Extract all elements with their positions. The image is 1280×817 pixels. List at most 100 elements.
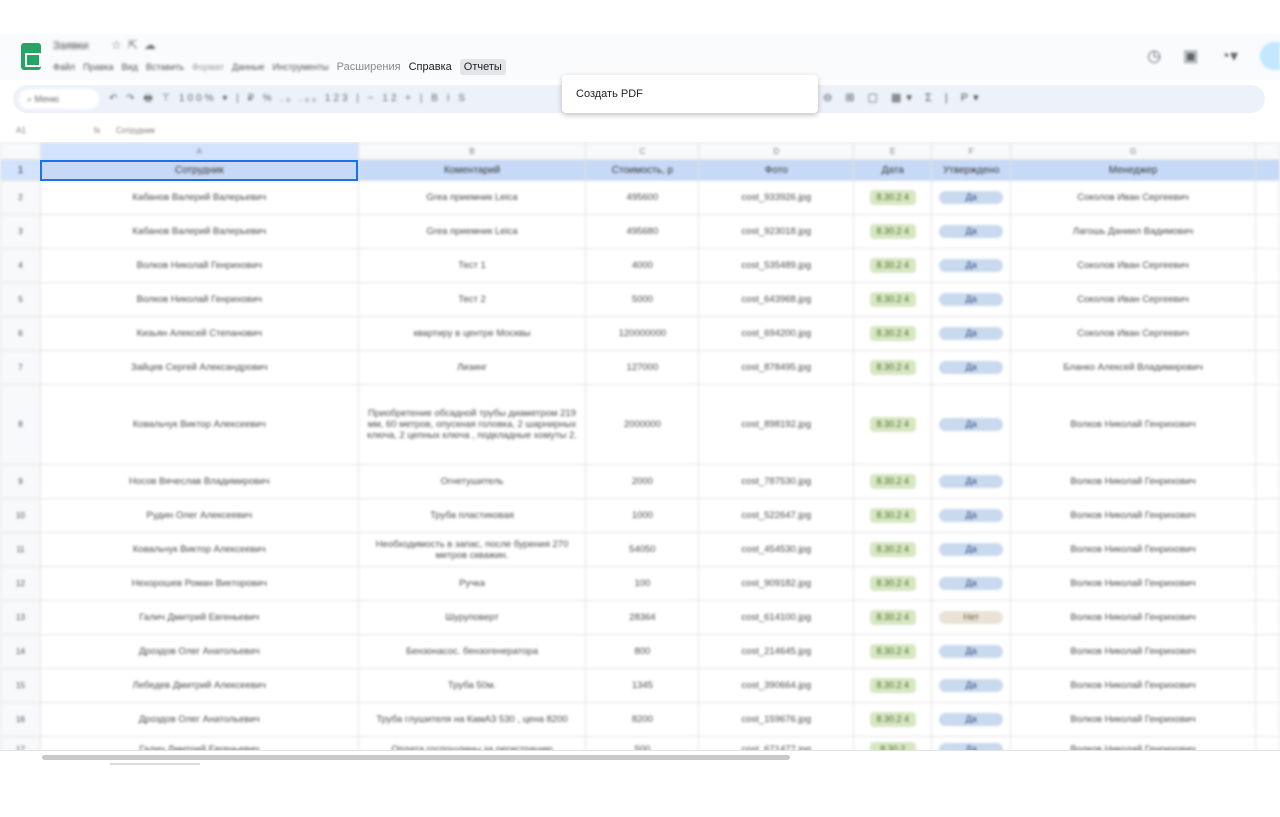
cell-date[interactable]: 8.30.2 4 — [853, 600, 933, 635]
cell-manager[interactable]: Соколов Иван Сергеевич — [1010, 180, 1256, 215]
cell-manager[interactable]: Волков Николай Генрихович — [1010, 532, 1256, 567]
cell-photo[interactable]: cost_787530.jpg — [698, 464, 855, 499]
cell-status[interactable]: Да — [931, 498, 1012, 533]
cell-comment[interactable]: Ручка — [357, 566, 587, 601]
cell-employee[interactable]: Кабанов Валерий Валерьевич — [39, 180, 359, 215]
cell-cost[interactable]: 100 — [585, 566, 700, 601]
table-row[interactable]: 15 Лебедев Дмитрий Алексеевич Труба 50м. 13… — [0, 668, 1280, 703]
row-number[interactable]: 13 — [0, 600, 41, 635]
cell-employee[interactable]: Ковальчук Виктор Алексеевич — [39, 532, 359, 567]
menu-format[interactable]: Формат — [192, 62, 224, 72]
row-number[interactable]: 10 — [0, 498, 41, 533]
table-row[interactable]: 8 Ковальчук Виктор Алексеевич Приобретение… — [0, 384, 1280, 465]
cell-manager[interactable]: Волков Николай Генрихович — [1010, 464, 1256, 499]
create-pdf-menu-item[interactable]: Создать PDF — [576, 88, 643, 100]
cell-cost[interactable]: 2000 — [585, 464, 700, 499]
row-number[interactable]: 16 — [0, 702, 41, 737]
cell-comment[interactable]: Приобретение обсадной трубы диаметром 21… — [357, 384, 587, 465]
header-cell[interactable]: Дата — [853, 159, 933, 181]
status-chip[interactable]: Да — [939, 293, 1004, 306]
row-number[interactable]: 4 — [0, 248, 41, 283]
cell-status[interactable]: Да — [931, 180, 1012, 215]
cell-status[interactable]: Да — [931, 384, 1012, 465]
spreadsheet-grid[interactable]: A B C D E F G 1 Сотрудник Коментарий Стоимость, рФ… — [0, 142, 1280, 762]
cell-comment[interactable]: Труба 50м. — [357, 668, 587, 703]
meet-icon[interactable]: ◔▾ — [1220, 46, 1238, 66]
row-number[interactable]: 11 — [0, 532, 41, 567]
cell-manager[interactable]: Соколов Иван Сергеевич — [1010, 316, 1256, 351]
cell-employee[interactable]: Нехорошев Роман Викторович — [39, 566, 359, 601]
cell-manager[interactable]: Волков Николай Генрихович — [1010, 634, 1256, 669]
table-row[interactable]: 9 Носов Вячеслав Владимирович Огнетушитель… — [0, 464, 1280, 499]
status-chip[interactable]: Да — [939, 327, 1004, 340]
row-number[interactable]: 6 — [0, 316, 41, 351]
cell-photo[interactable]: cost_522647.jpg — [698, 498, 855, 533]
table-row[interactable]: 2 Кабанов Валерий Валерьевич Grea приемник… — [0, 180, 1280, 215]
menu-extensions[interactable]: Расширения — [337, 61, 401, 73]
corner-cell[interactable] — [0, 142, 41, 160]
status-chip[interactable]: Да — [939, 645, 1004, 658]
cell-employee[interactable]: Галич Дмитрий Евгеньевич — [39, 600, 359, 635]
row-number[interactable]: 3 — [0, 214, 41, 249]
toolbar-controls-left[interactable]: ↶ ↷ 🖶 ⊤ 100% ▾ | ₽ % .₀ .₀₀ 123 | − 12 +… — [109, 91, 468, 108]
cell-cost[interactable]: 28364 — [585, 600, 700, 635]
cell-employee[interactable]: Кабанов Валерий Валерьевич — [39, 214, 359, 249]
cell-employee[interactable]: Зайцев Сергей Александрович — [39, 350, 359, 385]
cell-date[interactable]: 8.30.2 4 — [853, 214, 933, 249]
cell-status[interactable]: Да — [931, 668, 1012, 703]
cell-cost[interactable]: 54050 — [585, 532, 700, 567]
cell-comment[interactable]: Тест 2 — [357, 282, 587, 317]
cell-status[interactable]: Да — [931, 282, 1012, 317]
cell-cost[interactable]: 5000 — [585, 282, 700, 317]
menu-data[interactable]: Данные — [232, 62, 265, 72]
formula-input[interactable]: Сотрудник — [116, 126, 155, 135]
cell-employee[interactable]: Рудин Олег Алексеевич — [39, 498, 359, 533]
cell-photo[interactable]: cost_214645.jpg — [698, 634, 855, 669]
menu-insert[interactable]: Вставить — [146, 62, 184, 72]
menu-edit[interactable]: Правка — [83, 62, 113, 72]
table-row[interactable]: 4 Волков Николай Генрихович Тест 1 4000 cost… — [0, 248, 1280, 283]
cell-comment[interactable]: Огнетушитель — [357, 464, 587, 499]
header-cell[interactable]: Утверждено — [931, 159, 1012, 181]
menu-search[interactable]: ⌕ Меню — [19, 89, 99, 109]
title-icons[interactable]: ☆⇱☁ — [111, 38, 162, 52]
menu-view[interactable]: Вид — [122, 62, 138, 72]
cell-manager[interactable]: Волков Николай Генрихович — [1010, 384, 1256, 465]
cell-cost[interactable]: 1345 — [585, 668, 700, 703]
cell-employee[interactable]: Носов Вячеслав Владимирович — [39, 464, 359, 499]
cell-photo[interactable]: cost_614100.jpg — [698, 600, 855, 635]
cell-comment[interactable]: Бензонасос. бензогенератора — [357, 634, 587, 669]
cell-cost[interactable]: 495600 — [585, 180, 700, 215]
horizontal-scrollbar[interactable] — [0, 750, 1280, 765]
cell-cost[interactable]: 800 — [585, 634, 700, 669]
cell-manager[interactable]: Волков Николай Генрихович — [1010, 498, 1256, 533]
table-row[interactable]: 3 Кабанов Валерий Валерьевич Grea приемник… — [0, 214, 1280, 249]
cell-manager[interactable]: Соколов Иван Сергеевич — [1010, 282, 1256, 317]
cell-photo[interactable]: cost_933926.jpg — [698, 180, 855, 215]
cell-manager[interactable]: Лагошь Даниил Вадимович — [1010, 214, 1256, 249]
comments-icon[interactable]: ▣ — [1183, 46, 1198, 66]
row-number[interactable]: 15 — [0, 668, 41, 703]
column-header-e[interactable]: E — [853, 142, 933, 160]
header-cell[interactable]: Стоимость, р — [585, 159, 700, 181]
cell-photo[interactable]: cost_923018.jpg — [698, 214, 855, 249]
header-cell[interactable]: Фото — [698, 159, 855, 181]
cell-status[interactable]: Да — [931, 532, 1012, 567]
cell-date[interactable]: 8.30.2 4 — [853, 282, 933, 317]
header-cell[interactable]: Менеджер — [1010, 159, 1256, 181]
cell-status[interactable]: Да — [931, 316, 1012, 351]
cell-photo[interactable]: cost_159676.jpg — [698, 702, 855, 737]
header-cell[interactable]: Коментарий — [357, 159, 587, 181]
cell-manager[interactable]: Волков Николай Генрихович — [1010, 600, 1256, 635]
cell-employee[interactable]: Волков Николай Генрихович — [39, 282, 359, 317]
cell-status[interactable]: Да — [931, 350, 1012, 385]
row-number[interactable]: 8 — [0, 384, 41, 465]
cell-comment[interactable]: Труба глушителя на КамАЗ 530 , цена 8200 — [357, 702, 587, 737]
cell-status[interactable]: Да — [931, 566, 1012, 601]
cell-employee[interactable]: Волков Николай Генрихович — [39, 248, 359, 283]
table-row[interactable]: 7 Зайцев Сергей Александрович Лизинг 127000… — [0, 350, 1280, 385]
row-number[interactable]: 9 — [0, 464, 41, 499]
status-chip[interactable]: Да — [939, 543, 1004, 556]
cell-status[interactable]: Да — [931, 248, 1012, 283]
cell-comment[interactable]: Лизинг — [357, 350, 587, 385]
